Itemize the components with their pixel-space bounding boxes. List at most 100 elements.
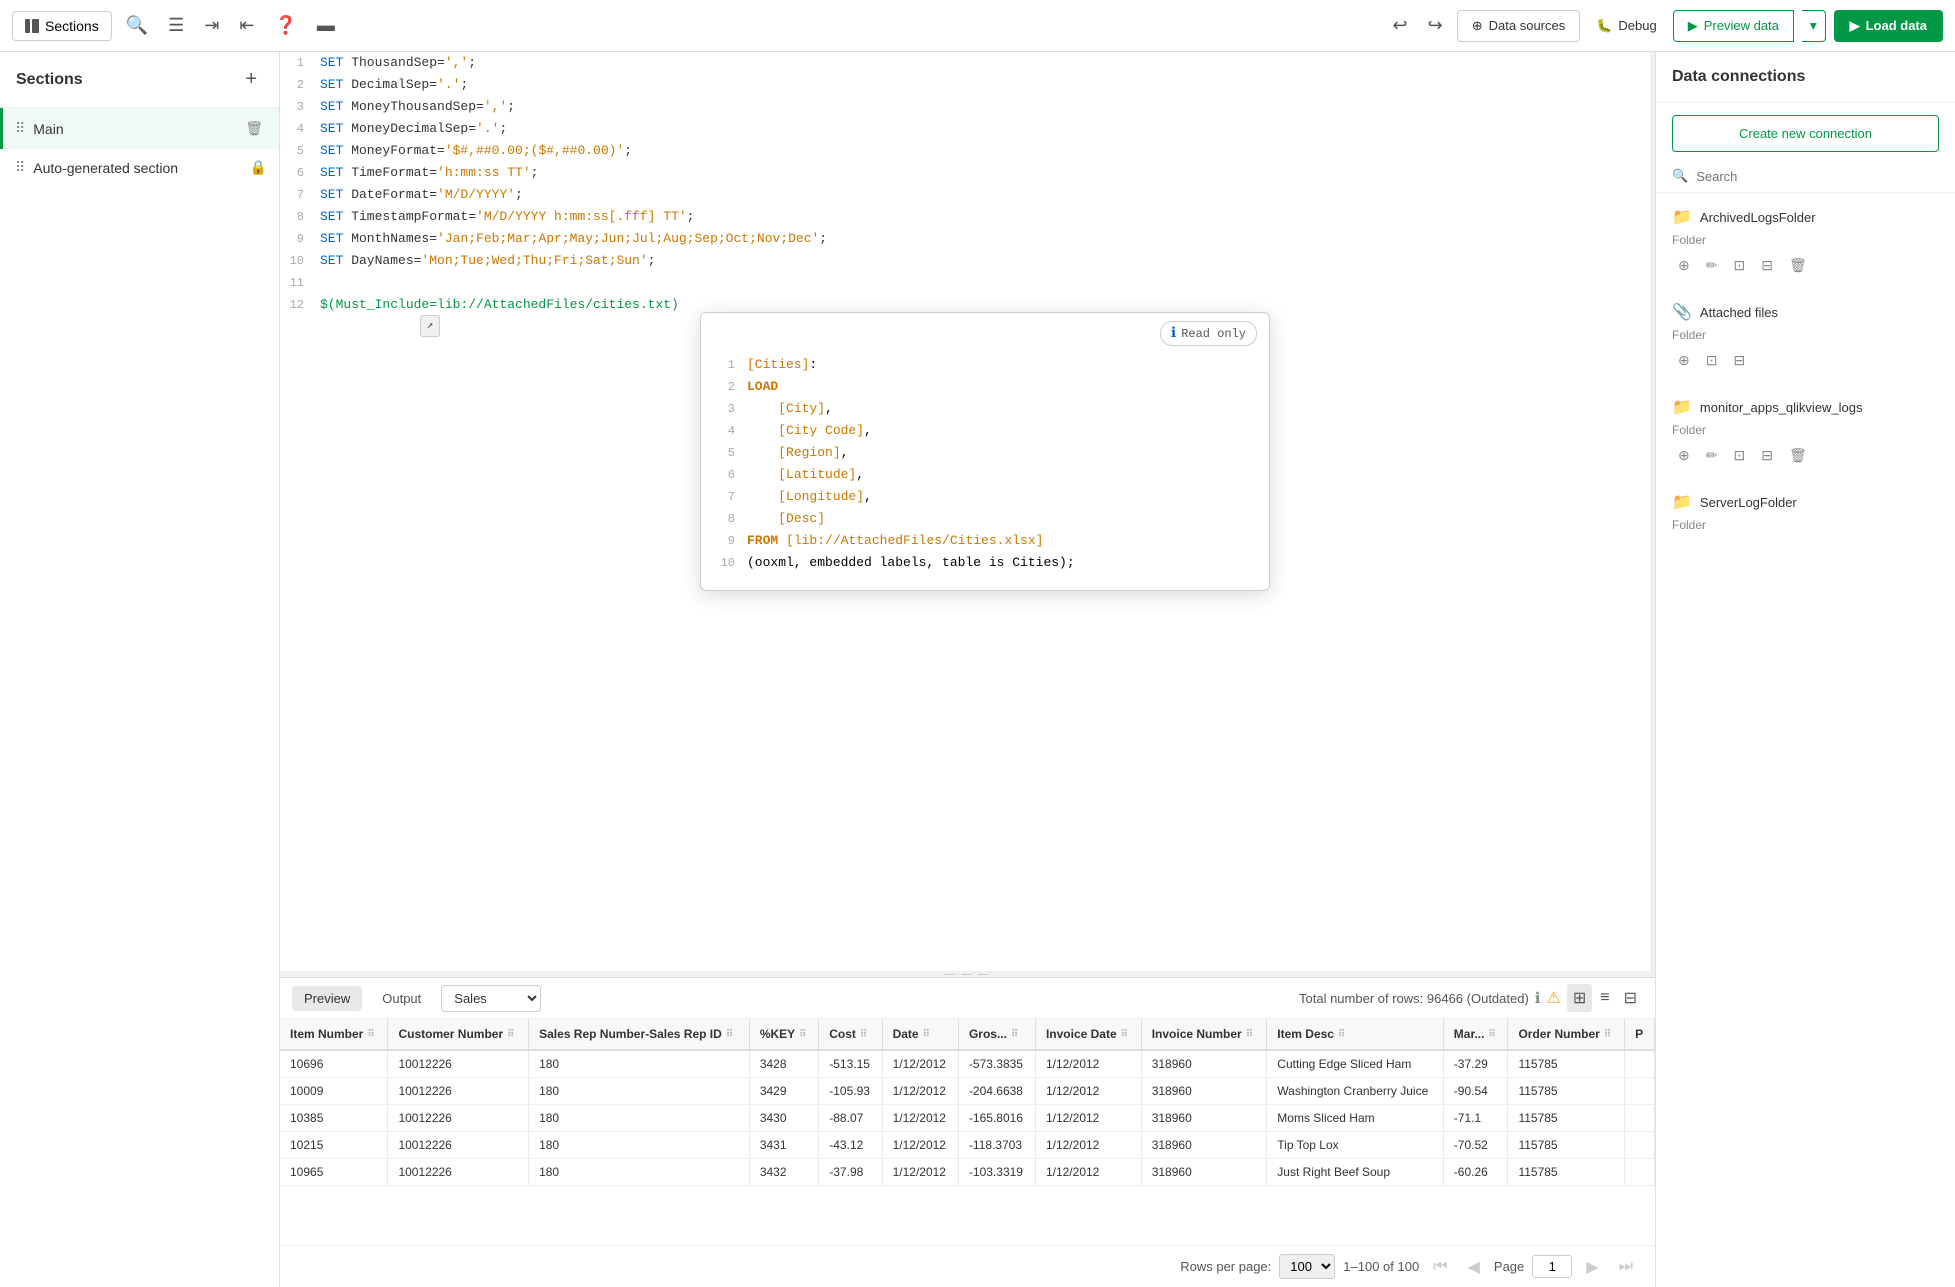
cell-gross: -165.8016 — [958, 1105, 1035, 1132]
popup-line-5: 5 [Region], — [717, 442, 1253, 464]
cell-sales-rep: 180 — [529, 1050, 750, 1078]
redo-button[interactable]: ↪ — [1422, 9, 1449, 42]
cell-order-number: 115785 — [1508, 1159, 1625, 1186]
sections-toggle-button[interactable]: Sections — [12, 11, 112, 41]
select-conn-archived[interactable]: ⊡ — [1727, 253, 1751, 278]
copy-conn-attached[interactable]: ⊕ — [1672, 348, 1696, 373]
column-view-button[interactable]: ⊟ — [1618, 984, 1643, 1012]
connection-item-monitor: 📁 monitor_apps_qlikview_logs Folder ⊕ ✏ … — [1656, 383, 1955, 478]
prev-page-button[interactable]: ◀ — [1462, 1255, 1486, 1279]
select-conn-monitor[interactable]: ⊡ — [1727, 443, 1751, 468]
preview-tab[interactable]: Preview — [292, 986, 362, 1011]
select2-conn-monitor[interactable]: ⊟ — [1755, 443, 1779, 468]
preview-dropdown-button[interactable]: ▾ — [1802, 10, 1826, 42]
undo-button[interactable]: ↩ — [1387, 9, 1414, 42]
cell-order-number: 115785 — [1508, 1078, 1625, 1105]
cell-pkey: 3432 — [749, 1159, 818, 1186]
col-drag-invoice-number[interactable]: ⠿ — [1246, 1029, 1253, 1040]
select2-conn-archived[interactable]: ⊟ — [1755, 253, 1779, 278]
search-button[interactable]: 🔍 — [120, 9, 154, 42]
last-page-button[interactable]: ⏭ — [1613, 1256, 1639, 1278]
folder-icon-serverlog: 📁 — [1672, 492, 1692, 512]
first-page-button[interactable]: ⏮ — [1427, 1256, 1453, 1278]
create-connection-button[interactable]: Create new connection — [1672, 115, 1939, 152]
edit-conn-monitor[interactable]: ✏ — [1700, 443, 1724, 468]
cell-order-number: 115785 — [1508, 1105, 1625, 1132]
col-drag-sales-rep[interactable]: ⠿ — [726, 1029, 733, 1040]
cell-p — [1625, 1159, 1655, 1186]
col-drag-margin[interactable]: ⠿ — [1488, 1029, 1495, 1040]
connection-item-serverlog: 📁 ServerLogFolder Folder — [1656, 478, 1955, 548]
delete-conn-monitor[interactable]: 🗑 — [1783, 443, 1813, 468]
code-line-11: 11 — [280, 272, 1650, 294]
col-drag-pkey[interactable]: ⠿ — [799, 1029, 806, 1040]
next-page-button[interactable]: ▶ — [1580, 1255, 1604, 1279]
code-editor[interactable]: 1 SET ThousandSep=','; 2 SET DecimalSep=… — [280, 52, 1650, 971]
data-table-container[interactable]: Item Number⠿ Customer Number⠿ Sales Rep … — [280, 1019, 1655, 1245]
output-tab[interactable]: Output — [370, 986, 433, 1011]
col-drag-item-number[interactable]: ⠿ — [367, 1029, 374, 1040]
search-input[interactable] — [1696, 169, 1939, 184]
cell-customer-number: 10012226 — [388, 1078, 529, 1105]
cell-cost: -88.07 — [819, 1105, 882, 1132]
grid-view-button[interactable]: ⊞ — [1567, 984, 1592, 1012]
code-area-wrapper: 1 SET ThousandSep=','; 2 SET DecimalSep=… — [280, 52, 1655, 971]
cell-sales-rep: 180 — [529, 1105, 750, 1132]
indent-button[interactable]: ⇥ — [198, 9, 225, 42]
info-circle-icon: ℹ — [1535, 989, 1541, 1007]
col-drag-gross[interactable]: ⠿ — [1011, 1029, 1018, 1040]
datasources-label: Data sources — [1489, 18, 1566, 33]
connection-name-archived: ArchivedLogsFolder — [1700, 210, 1816, 225]
col-drag-order-number[interactable]: ⠿ — [1604, 1029, 1611, 1040]
delete-conn-archived[interactable]: 🗑 — [1783, 253, 1813, 278]
popup-line-9: 9 FROM [lib://AttachedFiles/Cities.xlsx] — [717, 530, 1253, 552]
connection-item-attached: 📎 Attached files Folder ⊕ ⊡ ⊟ — [1656, 288, 1955, 383]
datasources-button[interactable]: ⊕ Data sources — [1457, 10, 1581, 42]
cell-invoice-number: 318960 — [1141, 1078, 1267, 1105]
select2-conn-attached[interactable]: ⊟ — [1727, 348, 1751, 373]
cell-pkey: 3430 — [749, 1105, 818, 1132]
comments-button[interactable]: ☰ — [162, 9, 190, 42]
col-drag-date[interactable]: ⠿ — [923, 1029, 930, 1040]
drag-icon-auto: ⠿ — [15, 159, 25, 176]
sidebar-item-auto[interactable]: ⠿ Auto-generated section 🔒 — [0, 149, 279, 186]
copy-conn-archived[interactable]: ⊕ — [1672, 253, 1696, 278]
cell-p — [1625, 1105, 1655, 1132]
connection-name-attached: Attached files — [1700, 305, 1778, 320]
preview-data-button[interactable]: ▶ Preview data — [1673, 10, 1794, 42]
col-drag-customer-number[interactable]: ⠿ — [507, 1029, 514, 1040]
code-line-6: 6 SET TimeFormat='h:mm:ss TT'; — [280, 162, 1650, 184]
load-data-button[interactable]: ▶ Load data — [1834, 10, 1943, 42]
debug-button[interactable]: 🐛 Debug — [1588, 11, 1665, 41]
col-drag-item-desc[interactable]: ⠿ — [1338, 1029, 1345, 1040]
edit-conn-archived[interactable]: ✏ — [1700, 253, 1724, 278]
copy-conn-monitor[interactable]: ⊕ — [1672, 443, 1696, 468]
vertical-resize-handle[interactable]: ⋮ — [1650, 52, 1655, 971]
drag-icon-main: ⠿ — [15, 120, 25, 137]
add-section-button[interactable]: + — [239, 66, 263, 93]
sidebar-item-main[interactable]: ⠿ Main 🗑 — [0, 108, 279, 149]
help-button[interactable]: ❓ — [268, 9, 302, 42]
inline-tag-12[interactable]: ↗ — [420, 315, 441, 337]
cell-date: 1/12/2012 — [882, 1050, 958, 1078]
lock-icon: 🔒 — [250, 159, 267, 176]
main-layout: Sections + ⠿ Main 🗑 ⠿ Auto-generated sec… — [0, 52, 1955, 1287]
col-drag-invoice-date[interactable]: ⠿ — [1121, 1029, 1128, 1040]
col-drag-cost[interactable]: ⠿ — [860, 1029, 867, 1040]
cell-pkey: 3428 — [749, 1050, 818, 1078]
cell-p — [1625, 1050, 1655, 1078]
cell-pkey: 3431 — [749, 1132, 818, 1159]
cell-order-number: 115785 — [1508, 1132, 1625, 1159]
page-input[interactable] — [1532, 1255, 1572, 1278]
cell-customer-number: 10012226 — [388, 1132, 529, 1159]
folder-icon-monitor: 📁 — [1672, 397, 1692, 417]
select-conn-attached[interactable]: ⊡ — [1700, 348, 1724, 373]
delete-section-main-button[interactable]: 🗑 — [241, 118, 267, 139]
rows-per-page-select[interactable]: 100 — [1279, 1254, 1335, 1279]
list-view-button[interactable]: ≡ — [1594, 984, 1615, 1012]
table-select[interactable]: Sales — [441, 985, 541, 1012]
cell-gross: -103.3319 — [958, 1159, 1035, 1186]
outdent-button[interactable]: ⇤ — [233, 9, 260, 42]
snippet-button[interactable]: ▬ — [311, 9, 341, 42]
cell-invoice-date: 1/12/2012 — [1035, 1105, 1141, 1132]
